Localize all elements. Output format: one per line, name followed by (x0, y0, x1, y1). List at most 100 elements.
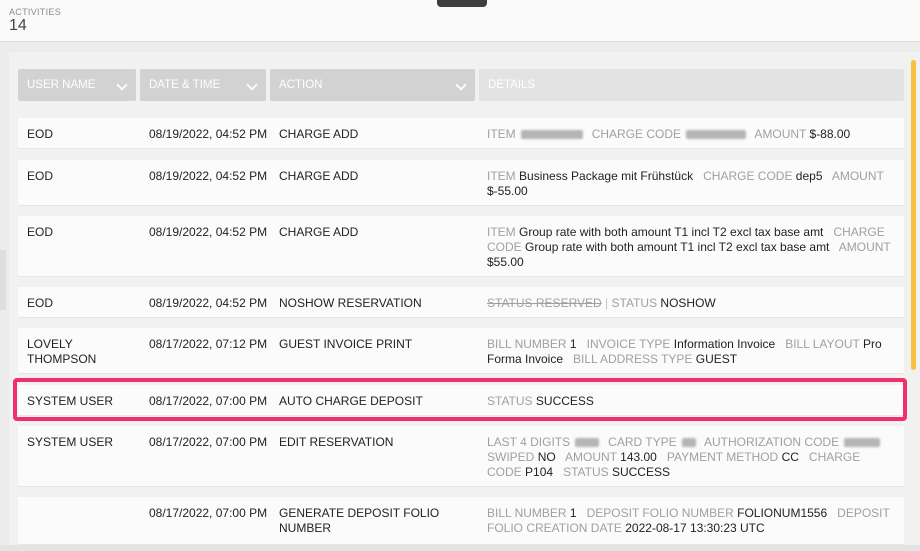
table-row[interactable]: 08/17/2022, 07:00 PM GENERATE DEPOSIT FO… (18, 497, 904, 545)
detail-value: Group rate with both amount T1 incl T2 e… (525, 240, 830, 254)
column-header-label: DATE & TIME (149, 79, 221, 91)
action-cell: NOSHOW RESERVATION (279, 296, 422, 310)
detail-key: AMOUNT (754, 127, 807, 141)
user-name-cell: EOD (27, 225, 54, 239)
action-cell: CHARGE ADD (279, 225, 359, 239)
chevron-down-icon (246, 79, 258, 91)
detail-value: 2022-08-17 13:30:23 UTC (625, 521, 765, 535)
details-cell: ITEM Business Package mit Frühstück CHAR… (487, 169, 892, 199)
user-name-cell: SYSTEM USER (27, 435, 114, 449)
detail-value: $55.00 (487, 255, 524, 269)
action-cell: CHARGE ADD (279, 169, 359, 183)
action-cell: GENERATE DEPOSIT FOLIO NUMBER (279, 506, 440, 535)
user-name-cell: LOVELY THOMPSON (27, 337, 97, 366)
detail-key: STATUS (563, 465, 609, 479)
user-name-cell: EOD (27, 169, 54, 183)
detail-key: BILL NUMBER (487, 506, 567, 520)
detail-key: PAYMENT METHOD (666, 450, 779, 464)
detail-key: BILL ADDRESS TYPE (573, 352, 693, 366)
activities-count: 14 (9, 17, 27, 34)
column-header-action[interactable]: ACTION (270, 69, 475, 101)
detail-value: CC (781, 450, 799, 464)
redacted-value (681, 438, 696, 448)
detail-key: CHARGE CODE (591, 127, 682, 141)
bottom-edge (0, 545, 920, 551)
details-cell: ITEM CHARGE CODE AMOUNT $-88.00 (487, 127, 892, 142)
detail-key: BILL LAYOUT (785, 337, 860, 351)
detail-value: Business Package mit Frühstück (519, 169, 694, 183)
detail-key: ITEM (487, 225, 516, 239)
detail-value: Group rate with both amount T1 incl T2 e… (519, 225, 824, 239)
table-row[interactable]: LOVELY THOMPSON 08/17/2022, 07:12 PM GUE… (18, 328, 904, 374)
detail-key: ITEM (487, 169, 516, 183)
details-cell: LAST 4 DIGITS CARD TYPE AUTHORIZATION CO… (487, 435, 892, 480)
action-cell: EDIT RESERVATION (279, 435, 394, 449)
column-header-label: ACTION (279, 79, 323, 91)
action-cell: GUEST INVOICE PRINT (279, 337, 413, 351)
detail-value: 1 (569, 337, 577, 351)
column-header-label: USER NAME (27, 79, 96, 91)
datetime-cell: 08/19/2022, 04:52 PM (149, 169, 268, 183)
separator: | (605, 296, 609, 310)
detail-value: GUEST (695, 352, 738, 366)
datetime-cell: 08/19/2022, 04:52 PM (149, 296, 268, 310)
datetime-cell: 08/17/2022, 07:12 PM (149, 337, 268, 351)
detail-value: 143.00 (620, 450, 657, 464)
detail-value: dep5 (795, 169, 823, 183)
table-row[interactable]: SYSTEM USER 08/17/2022, 07:00 PM EDIT RE… (18, 426, 904, 487)
previous-status: STATUS RESERVED (487, 296, 602, 310)
details-cell: BILL NUMBER 1 DEPOSIT FOLIO NUMBER FOLIO… (487, 506, 892, 536)
datetime-cell: 08/17/2022, 07:00 PM (149, 435, 268, 449)
detail-key: SWIPED (487, 450, 535, 464)
table-row[interactable]: EOD 08/19/2022, 04:52 PM CHARGE ADD ITEM… (18, 216, 904, 277)
datetime-cell: 08/19/2022, 04:52 PM (149, 225, 268, 239)
detail-value: NOSHOW (660, 296, 716, 310)
details-cell: STATUS RESERVED | STATUS NOSHOW (487, 296, 892, 311)
detail-key: ITEM (487, 127, 516, 141)
drawer-handle[interactable] (437, 0, 487, 7)
detail-value: NO (537, 450, 556, 464)
details-cell: ITEM Group rate with both amount T1 incl… (487, 225, 892, 270)
detail-key: BILL NUMBER (487, 337, 567, 351)
datetime-cell: 08/19/2022, 04:52 PM (149, 127, 268, 141)
detail-key: INVOICE TYPE (586, 337, 671, 351)
column-header-user-name[interactable]: USER NAME (18, 69, 136, 101)
table-row[interactable]: EOD 08/19/2022, 04:52 PM NOSHOW RESERVAT… (18, 287, 904, 318)
highlight-box (13, 378, 907, 421)
detail-value: $-55.00 (487, 184, 528, 198)
detail-key: DEPOSIT FOLIO NUMBER (586, 506, 734, 520)
datetime-cell: 08/17/2022, 07:00 PM (149, 506, 268, 520)
activities-header: ACTIVITIES 14 (0, 0, 920, 42)
detail-value: Information Invoice (673, 337, 776, 351)
redacted-value (521, 130, 584, 140)
chevron-down-icon (455, 79, 467, 91)
detail-key: CARD TYPE (608, 435, 677, 449)
detail-key: LAST 4 DIGITS (487, 435, 571, 449)
redacted-value (844, 438, 881, 448)
left-edge (0, 250, 6, 310)
detail-key: CHARGE CODE (703, 169, 793, 183)
detail-value: FOLIONUM1556 (737, 506, 828, 520)
detail-value: P104 (525, 465, 554, 479)
user-name-cell: EOD (27, 296, 54, 310)
details-cell: BILL NUMBER 1 INVOICE TYPE Information I… (487, 337, 892, 367)
detail-key: AMOUNT (838, 240, 891, 254)
column-header-details: DETAILS (479, 69, 904, 101)
detail-value: $-88.00 (809, 127, 851, 141)
column-header-label: DETAILS (488, 79, 536, 91)
scrollbar[interactable] (911, 60, 916, 370)
user-name-cell: EOD (27, 127, 54, 141)
redacted-value (575, 438, 600, 448)
table-row[interactable]: EOD 08/19/2022, 04:52 PM CHARGE ADD ITEM… (18, 160, 904, 206)
detail-key: STATUS (611, 296, 658, 310)
redacted-value (686, 130, 747, 140)
action-cell: CHARGE ADD (279, 127, 359, 141)
chevron-down-icon (116, 79, 128, 91)
column-header-date-time[interactable]: DATE & TIME (140, 69, 266, 101)
detail-key: AUTHORIZATION CODE (703, 435, 840, 449)
table-row[interactable]: EOD 08/19/2022, 04:52 PM CHARGE ADD ITEM… (18, 118, 904, 149)
activities-label: ACTIVITIES (9, 7, 62, 17)
detail-value: SUCCESS (611, 465, 670, 479)
detail-key: AMOUNT (831, 169, 884, 183)
detail-value: 1 (569, 506, 577, 520)
